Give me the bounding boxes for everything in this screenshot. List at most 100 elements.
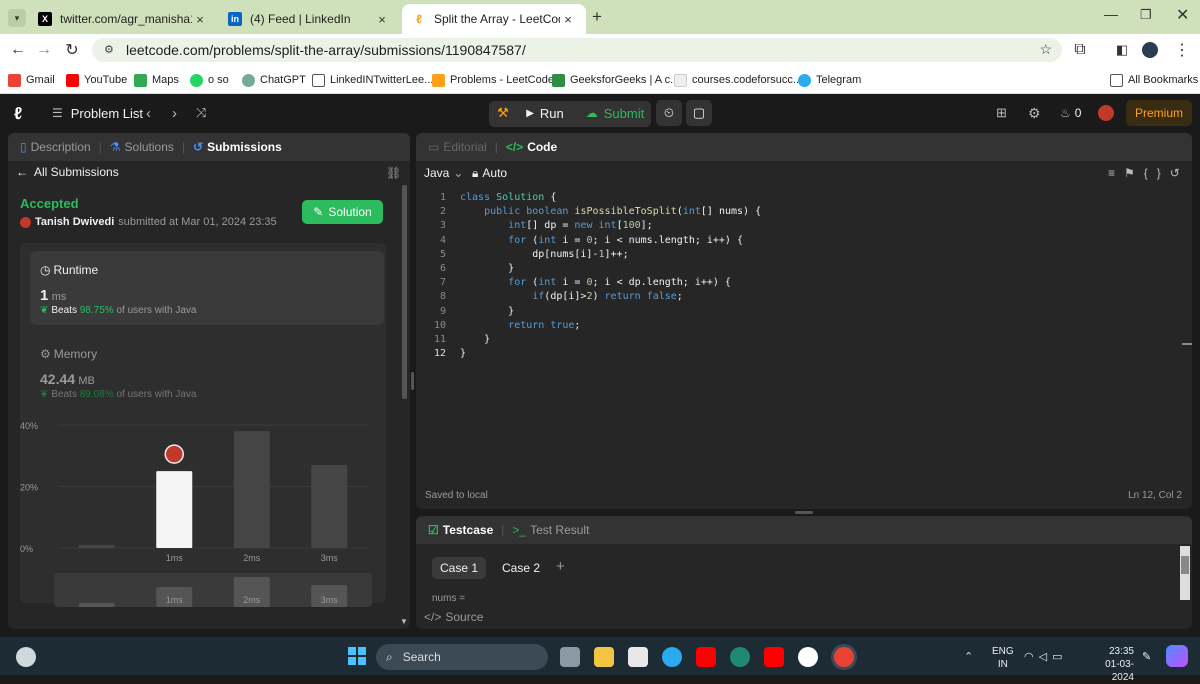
tab-test-result[interactable]: >_ Test Result xyxy=(512,523,589,537)
profile-avatar[interactable] xyxy=(1142,42,1158,58)
menu-dots-icon[interactable]: ⋮ xyxy=(1172,40,1192,60)
all-submissions-link[interactable]: ← All Submissions xyxy=(16,165,119,179)
scrollbar-thumb[interactable] xyxy=(402,185,407,399)
settings-gear-icon[interactable]: ⚙ xyxy=(1028,100,1041,126)
new-tab-button[interactable]: + xyxy=(592,7,602,27)
language-select[interactable]: Java ⌄ xyxy=(424,166,463,180)
star-icon[interactable]: ☆ xyxy=(1039,41,1052,58)
tab-leetcode[interactable]: ℓ Split the Array - LeetCode × xyxy=(402,4,586,34)
close-icon[interactable]: × xyxy=(560,12,576,27)
telegram-icon[interactable] xyxy=(662,647,682,667)
tab-linkedin[interactable]: in (4) Feed | LinkedIn × xyxy=(218,4,400,34)
bookmark-telegram[interactable]: Telegram xyxy=(798,71,861,89)
timer-icon[interactable]: ⏲ xyxy=(656,100,682,126)
tab-testcase[interactable]: ☑ Testcase xyxy=(428,523,493,537)
bookmark-gmail[interactable]: Gmail xyxy=(8,71,55,89)
close-icon[interactable]: × xyxy=(374,12,390,27)
prev-problem-button[interactable]: ‹ xyxy=(146,100,151,126)
tab-solutions[interactable]: ⚗ Solutions xyxy=(110,140,174,154)
run-button[interactable]: ▶ Run xyxy=(520,100,570,126)
tab-twitter[interactable]: X twitter.com/agr_manisha10 × xyxy=(28,4,218,34)
problem-list-button[interactable]: ☰ Problem List xyxy=(52,100,143,126)
extensions-icon[interactable]: ⧉ xyxy=(1070,40,1090,60)
bookmark-youtube[interactable]: YouTube xyxy=(66,71,127,89)
bookmark-leetcode[interactable]: Problems - LeetCode xyxy=(432,71,554,89)
shuffle-icon[interactable]: ⤨ xyxy=(196,100,206,126)
bookmark-courses[interactable]: courses.codeforsucc... xyxy=(674,71,802,89)
case-1-button[interactable]: Case 1 xyxy=(432,557,486,579)
testcase-scrollbar[interactable] xyxy=(1180,546,1190,600)
code-line[interactable]: 5 dp[nums[i]-1]++; xyxy=(424,248,761,262)
windows-start-icon[interactable] xyxy=(348,647,366,665)
code-editor[interactable]: 1 class Solution {2 public boolean isPoss… xyxy=(424,191,761,361)
case-2-button[interactable]: Case 2 xyxy=(496,557,546,579)
reload-icon[interactable]: ↻ xyxy=(62,40,82,60)
username[interactable]: Tanish Dwivedi xyxy=(35,216,114,228)
url-field[interactable]: ⚙ leetcode.com/problems/split-the-array/… xyxy=(92,38,1062,62)
code-line[interactable]: 11 } xyxy=(424,333,761,347)
code-line[interactable]: 3 int[] dp = new int[100]; xyxy=(424,219,761,233)
memory-heading[interactable]: ⚙ Memory xyxy=(40,347,97,361)
debugger-icon[interactable]: ⚒ xyxy=(490,100,516,126)
system-tray[interactable]: ◠◁▭ xyxy=(1024,650,1067,663)
submit-button[interactable]: ☁ Submit xyxy=(580,100,650,126)
streak-counter[interactable]: ♨ 0 xyxy=(1060,100,1081,126)
user-avatar[interactable] xyxy=(1098,105,1114,121)
braces-icon[interactable]: {} xyxy=(1144,166,1170,180)
add-case-button[interactable]: + xyxy=(556,558,565,575)
tab-submissions[interactable]: ↺ Submissions xyxy=(193,140,282,154)
bookmark-folder[interactable]: LinkedINTwitterLee... xyxy=(312,71,433,89)
auto-mode[interactable]: 🔒︎ Auto xyxy=(472,166,507,181)
format-icon[interactable]: ≡ xyxy=(1108,166,1124,180)
code-line[interactable]: 12} xyxy=(424,347,761,361)
premium-button[interactable]: Premium xyxy=(1126,100,1192,126)
minimize-button[interactable]: — xyxy=(1104,6,1118,22)
source-link[interactable]: </> Source xyxy=(424,610,483,624)
bookmark-icon[interactable]: ⚑ xyxy=(1124,166,1144,180)
forward-arrow-icon[interactable]: → xyxy=(34,40,54,60)
notes-icon[interactable]: ▢ xyxy=(686,100,712,126)
task-view-icon[interactable] xyxy=(560,647,580,667)
notifications-icon[interactable]: ✎ xyxy=(1142,650,1151,663)
youtube-icon[interactable] xyxy=(764,647,784,667)
code-line[interactable]: 7 for (int i = 0; i < dp.length; i++) { xyxy=(424,276,761,290)
share-link-icon[interactable]: ⛓ xyxy=(386,166,401,180)
all-bookmarks[interactable]: All Bookmarks xyxy=(1110,71,1198,89)
show-hidden-icons-chevron-icon[interactable]: ⌃ xyxy=(964,650,973,663)
code-line[interactable]: 10 return true; xyxy=(424,319,761,333)
scroll-down-arrow-icon[interactable]: ▼ xyxy=(400,617,408,626)
solution-button[interactable]: ✎ Solution xyxy=(302,200,383,224)
bookmark-oso[interactable]: o so xyxy=(190,71,229,89)
scrollbar-thumb[interactable] xyxy=(1181,556,1189,574)
weather-icon[interactable] xyxy=(16,647,36,667)
site-info-icon[interactable]: ⚙ xyxy=(104,43,114,56)
tab-description[interactable]: ▯ Description xyxy=(20,140,91,154)
sidepanel-icon[interactable]: ◧ xyxy=(1112,40,1132,60)
github-icon[interactable] xyxy=(798,647,818,667)
code-line[interactable]: 9 } xyxy=(424,305,761,319)
edge-icon[interactable] xyxy=(730,647,750,667)
code-line[interactable]: 6 } xyxy=(424,262,761,276)
store-icon[interactable] xyxy=(628,647,648,667)
language-indicator[interactable]: ENG IN xyxy=(992,645,1014,671)
layout-icon[interactable]: ⊞ xyxy=(996,100,1007,126)
code-line[interactable]: 8 if(dp[i]>2) return false; xyxy=(424,290,761,304)
tab-editorial[interactable]: ▭ Editorial xyxy=(428,140,487,154)
close-window-button[interactable]: ✕ xyxy=(1176,5,1189,25)
code-line[interactable]: 2 public boolean isPossibleToSplit(int[]… xyxy=(424,205,761,219)
bookmark-maps[interactable]: Maps xyxy=(134,71,179,89)
copilot-icon[interactable] xyxy=(1166,645,1188,667)
bookmark-chatgpt[interactable]: ChatGPT xyxy=(242,71,306,89)
tab-code[interactable]: </> Code xyxy=(506,140,557,154)
next-problem-button[interactable]: › xyxy=(172,100,177,126)
vertical-resize-handle[interactable] xyxy=(795,511,813,514)
leetcode-logo-icon[interactable]: ℓ xyxy=(14,104,22,124)
code-line[interactable]: 4 for (int i = 0; i < nums.length; i++) … xyxy=(424,234,761,248)
youtube-icon[interactable] xyxy=(696,647,716,667)
bookmark-gfg[interactable]: GeeksforGeeks | A c... xyxy=(552,71,679,89)
close-icon[interactable]: × xyxy=(192,12,208,27)
back-arrow-icon[interactable]: ← xyxy=(8,40,28,60)
tab-search-chevron-icon[interactable]: ▾ xyxy=(8,9,26,27)
restore-button[interactable]: ❐ xyxy=(1140,7,1152,23)
chrome-icon[interactable] xyxy=(834,647,854,667)
